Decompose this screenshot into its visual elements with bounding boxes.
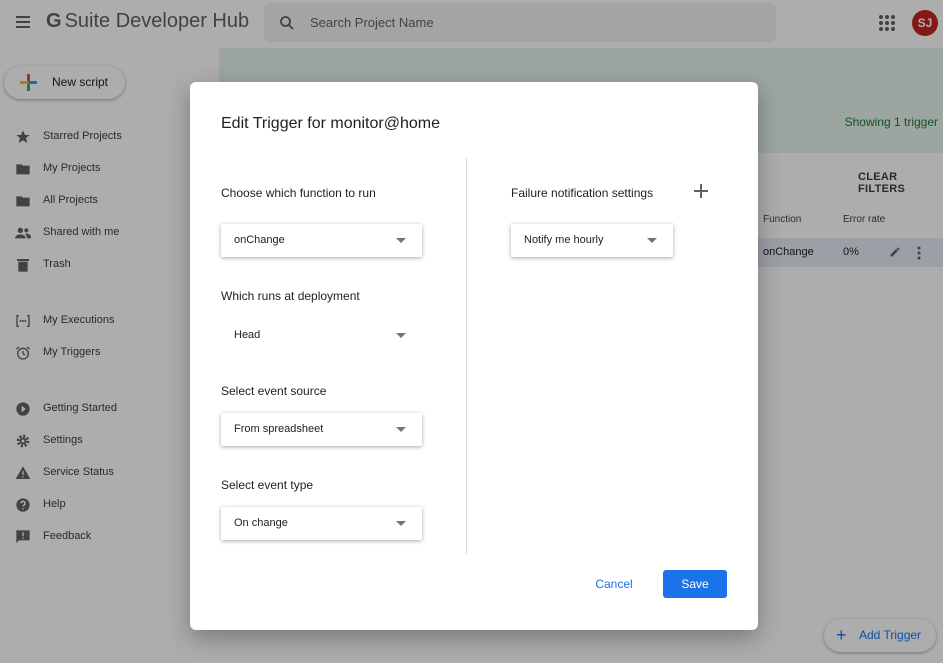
chevron-down-icon	[396, 238, 406, 243]
save-button[interactable]: Save	[663, 570, 727, 598]
edit-trigger-dialog: Edit Trigger for monitor@home Choose whi…	[190, 82, 758, 630]
deployment-select[interactable]: Head	[221, 319, 422, 352]
chevron-down-icon	[396, 427, 406, 432]
event-source-select-value: From spreadsheet	[234, 423, 324, 435]
chevron-down-icon	[396, 521, 406, 526]
deployment-label: Which runs at deployment	[221, 289, 360, 303]
dialog-divider	[466, 158, 467, 554]
function-label: Choose which function to run	[221, 186, 376, 200]
deployment-select-value: Head	[234, 329, 261, 341]
event-type-select-value: On change	[234, 517, 288, 529]
failure-notification-label: Failure notification settings	[511, 186, 654, 200]
add-notification-plus-icon[interactable]	[694, 184, 708, 198]
chevron-down-icon	[396, 333, 406, 338]
cancel-button[interactable]: Cancel	[584, 570, 644, 598]
event-source-label: Select event source	[221, 384, 327, 398]
chevron-down-icon	[647, 238, 657, 243]
dialog-title: Edit Trigger for monitor@home	[221, 115, 440, 132]
event-source-select[interactable]: From spreadsheet	[221, 413, 422, 446]
event-type-label: Select event type	[221, 478, 314, 492]
event-type-select[interactable]: On change	[221, 507, 422, 540]
failure-notification-select[interactable]: Notify me hourly	[511, 224, 673, 257]
function-select[interactable]: onChange	[221, 224, 422, 257]
function-select-value: onChange	[234, 234, 285, 246]
failure-notification-select-value: Notify me hourly	[524, 234, 604, 246]
